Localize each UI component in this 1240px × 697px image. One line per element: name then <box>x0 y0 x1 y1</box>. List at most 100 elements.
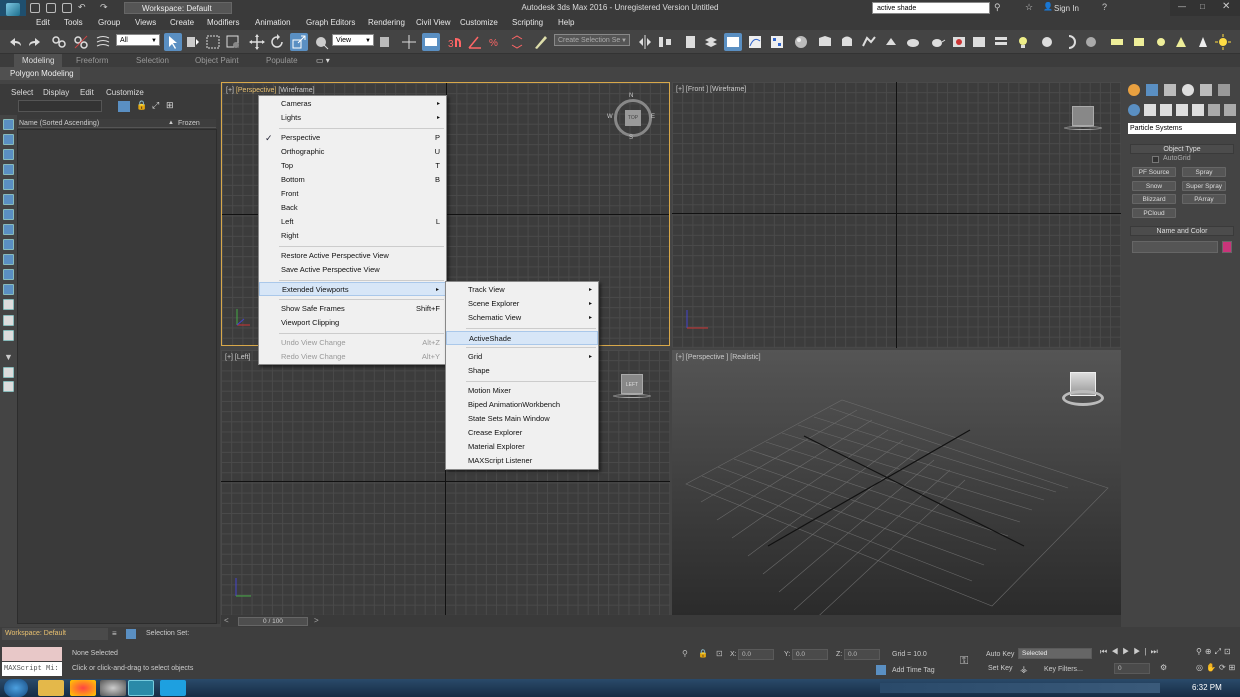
menu-item-show-safe-frames[interactable]: Show Safe Frames Shift+F <box>259 302 446 316</box>
display-invert-icon[interactable] <box>3 149 14 160</box>
helpers-icon[interactable] <box>1192 104 1204 116</box>
z-coordinate-field[interactable]: 0.0 <box>844 649 880 660</box>
open-file-icon[interactable] <box>46 3 56 13</box>
graphite-ribbon-icon[interactable] <box>724 33 742 51</box>
space-warps-icon[interactable] <box>1208 104 1220 116</box>
scene-search-field[interactable] <box>18 100 102 112</box>
display-helpers-icon[interactable] <box>3 224 14 235</box>
layer-manager-icon[interactable] <box>992 33 1010 51</box>
menu-rendering[interactable]: Rendering <box>368 18 405 27</box>
menu-item-cameras[interactable]: Cameras ▸ <box>259 97 446 111</box>
scale-icon[interactable] <box>290 33 308 51</box>
3dsmax-taskbar-icon[interactable] <box>128 680 154 696</box>
time-slider-track[interactable]: < > <box>221 615 1121 627</box>
menu-item-left[interactable]: Left L <box>259 215 446 229</box>
super-spray-button[interactable]: Super Spray <box>1182 181 1226 191</box>
spray-button[interactable]: Spray <box>1182 167 1226 177</box>
user-icon[interactable]: 👤 <box>1043 2 1053 11</box>
keyboard-shortcut-toggle-icon[interactable] <box>422 33 440 51</box>
menu-animation[interactable]: Animation <box>255 18 291 27</box>
viewport-plus-menu[interactable]: [+] <box>226 87 234 94</box>
hierarchy-icon[interactable]: ⤢ <box>152 100 159 111</box>
time-config-icon[interactable]: ⚙ <box>1160 663 1167 672</box>
display-geometry-icon[interactable] <box>3 164 14 175</box>
snow-button[interactable]: Snow <box>1132 181 1176 191</box>
menu-item-save-perspective[interactable]: Save Active Perspective View <box>259 263 446 277</box>
funnel-filter-icon[interactable]: ▼ <box>4 352 13 362</box>
menu-item-restore-perspective[interactable]: Restore Active Perspective View <box>259 249 446 263</box>
isolate-icon[interactable] <box>126 629 136 639</box>
viewport-view-name[interactable]: [Perspective] <box>236 87 276 94</box>
start-button[interactable] <box>4 679 28 697</box>
menu-item-crease-explorer[interactable]: Crease Explorer <box>446 426 598 440</box>
chrome-icon[interactable] <box>70 680 96 696</box>
menu-modifiers[interactable]: Modifiers <box>207 18 239 27</box>
omni-light-icon[interactable] <box>1108 33 1126 51</box>
display-tab-icon[interactable] <box>1200 84 1212 96</box>
sign-in-link[interactable]: Sign In <box>1054 4 1079 13</box>
viewport-label[interactable]: [+] [Left] <box>225 354 251 361</box>
menu-item-motion-mixer[interactable]: Motion Mixer <box>446 384 598 398</box>
category-dropdown[interactable]: Particle Systems <box>1128 123 1236 134</box>
viewcube[interactable] <box>1072 106 1094 126</box>
tab-freeform[interactable]: Freeform <box>76 56 108 65</box>
maximize-icon[interactable]: □ <box>1200 2 1205 11</box>
menu-item-schematic-view[interactable]: Schematic View ▸ <box>446 311 598 325</box>
toggle-scene-explorer-icon[interactable] <box>682 33 700 51</box>
menu-item-grid[interactable]: Grid ▸ <box>446 350 598 364</box>
object-name-field[interactable] <box>1132 241 1218 253</box>
display-bones-icon[interactable] <box>3 284 14 295</box>
align-icon[interactable] <box>656 33 674 51</box>
color-swatch[interactable] <box>1222 241 1232 253</box>
menu-views[interactable]: Views <box>135 18 156 27</box>
pf-source-button[interactable]: PF Source <box>1132 167 1176 177</box>
browser-icon[interactable] <box>100 680 126 696</box>
schematic-view-icon[interactable] <box>768 33 786 51</box>
current-frame-field[interactable]: 0 <box>1114 663 1150 674</box>
maxscript-mini-listener[interactable]: MAXScript Mi: <box>2 662 62 676</box>
undo-icon[interactable] <box>6 33 24 51</box>
link-icon[interactable] <box>50 33 68 51</box>
effects-icon[interactable] <box>970 33 988 51</box>
menu-edit[interactable]: Edit <box>36 18 50 27</box>
time-tag-icon[interactable] <box>876 665 886 675</box>
pin-icon[interactable]: ⚲ <box>682 649 688 658</box>
menu-item-orthographic[interactable]: Orthographic U <box>259 145 446 159</box>
rendered-frame-window-icon[interactable] <box>838 33 856 51</box>
display-influences-icon[interactable] <box>3 381 14 392</box>
tab-selection[interactable]: Selection <box>136 56 169 65</box>
display-containers-icon[interactable] <box>3 299 14 310</box>
redo-icon[interactable] <box>26 33 44 51</box>
menu-item-viewport-clipping[interactable]: Viewport Clipping <box>259 316 446 330</box>
scene-menu-edit[interactable]: Edit <box>80 88 94 97</box>
menu-item-shape[interactable]: Shape <box>446 364 598 378</box>
binoculars-icon[interactable]: ⚲ <box>994 2 1001 13</box>
select-by-name-icon[interactable] <box>184 33 202 51</box>
move-icon[interactable] <box>248 33 266 51</box>
display-shapes-icon[interactable] <box>3 179 14 190</box>
render-in-cloud-icon[interactable] <box>904 33 922 51</box>
menu-create[interactable]: Create <box>170 18 194 27</box>
scene-menu-customize[interactable]: Customize <box>106 88 144 97</box>
lock-icon[interactable]: 🔒 <box>136 100 147 111</box>
menu-item-biped-workbench[interactable]: Biped AnimationWorkbench <box>446 398 598 412</box>
display-all-icon[interactable] <box>3 134 14 145</box>
slider-next-icon[interactable]: > <box>314 616 319 625</box>
percent-snap-icon[interactable]: % <box>486 33 504 51</box>
menu-tools[interactable]: Tools <box>64 18 83 27</box>
time-slider[interactable]: 0 / 100 <box>238 617 308 626</box>
minimize-icon[interactable]: — <box>1178 2 1186 11</box>
bind-space-warp-icon[interactable] <box>94 33 112 51</box>
name-and-color-rollout[interactable]: Name and Color <box>1130 226 1234 236</box>
viewcube-ring[interactable] <box>1064 126 1102 130</box>
curve-editor-icon[interactable] <box>746 33 764 51</box>
workspace-dropdown[interactable]: Workspace: Default <box>124 2 232 14</box>
display-lights-icon[interactable] <box>3 194 14 205</box>
menu-item-state-sets[interactable]: State Sets Main Window <box>446 412 598 426</box>
render-production-icon[interactable] <box>860 33 878 51</box>
menu-item-front[interactable]: Front <box>259 187 446 201</box>
polygon-modeling-panel[interactable]: Polygon Modeling <box>0 67 80 80</box>
add-time-tag-button[interactable]: Add Time Tag <box>892 667 935 674</box>
shapes-icon[interactable] <box>1144 104 1156 116</box>
search-input[interactable]: active shade <box>872 2 990 14</box>
